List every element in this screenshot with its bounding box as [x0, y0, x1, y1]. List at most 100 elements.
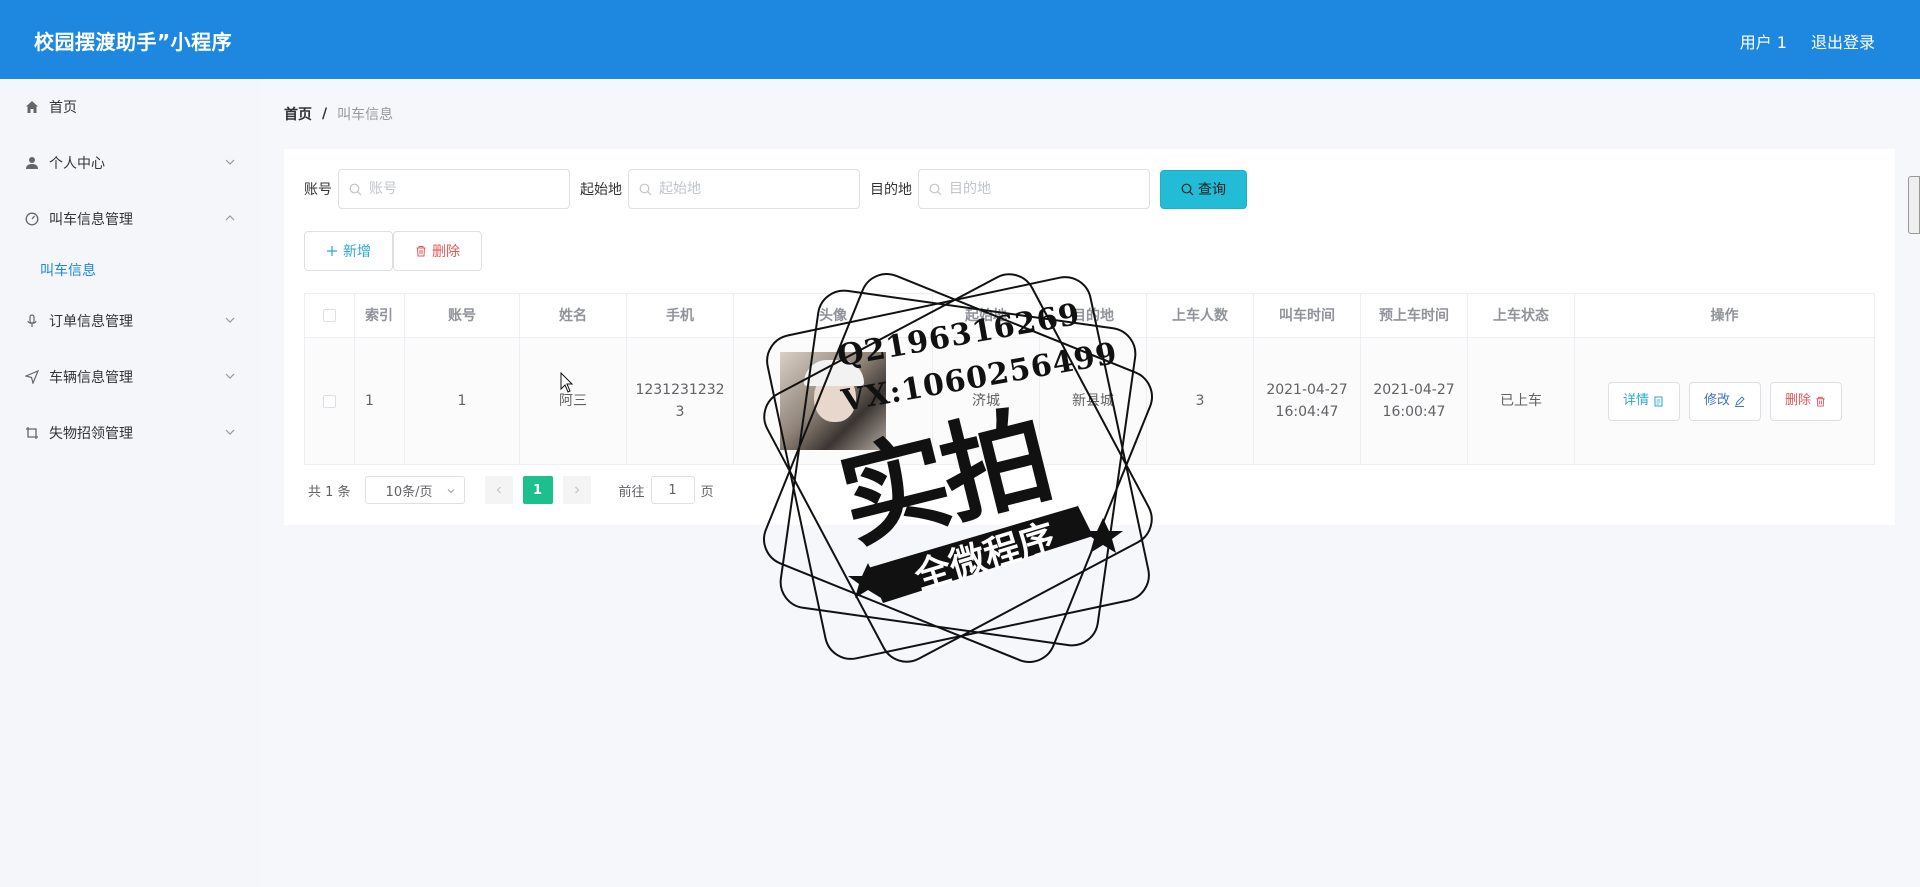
- side-scroll-handle[interactable]: [1908, 176, 1920, 234]
- sidebar-item-lost-found-management[interactable]: 失物招领管理: [0, 405, 258, 461]
- delete-button-label: 删除: [432, 244, 460, 260]
- page-size-select[interactable]: 10条/页: [364, 476, 465, 504]
- sidebar-subitem-call-info[interactable]: 叫车信息: [0, 247, 258, 293]
- pagination-total: 共 1 条: [308, 484, 351, 500]
- search-icon: [929, 183, 942, 196]
- search-icon: [1181, 183, 1194, 195]
- microphone-icon: [24, 313, 40, 329]
- next-page-button[interactable]: [562, 476, 591, 504]
- cell-name: 阿三: [520, 338, 627, 464]
- select-all-checkbox[interactable]: [323, 309, 336, 322]
- dashboard-icon: [24, 211, 40, 227]
- chevron-up-icon: [225, 215, 235, 221]
- sidebar-item-label: 个人中心: [49, 156, 105, 172]
- sidebar-item-label: 首页: [49, 100, 77, 116]
- query-button[interactable]: 查询: [1160, 169, 1247, 209]
- search-icon: [639, 183, 652, 196]
- prev-page-button[interactable]: [484, 476, 513, 504]
- batch-delete-button[interactable]: 删除: [393, 231, 482, 271]
- page-number-button[interactable]: 1: [522, 476, 553, 504]
- cell-operations: 详情 修改 删除: [1575, 338, 1874, 464]
- sidebar-item-call-management[interactable]: 叫车信息管理: [0, 191, 258, 247]
- sidebar-item-label: 车辆信息管理: [49, 370, 133, 386]
- dest-input[interactable]: [919, 170, 1149, 208]
- chevron-down-icon: [225, 317, 235, 323]
- row-checkbox-cell: [305, 338, 355, 464]
- chevron-down-icon: [225, 429, 235, 435]
- dest-field[interactable]: [918, 169, 1150, 209]
- cell-status: 已上车: [1468, 338, 1575, 464]
- start-input[interactable]: [629, 170, 859, 208]
- cell-passengers: 3: [1147, 338, 1254, 464]
- chevron-left-icon: [496, 486, 501, 494]
- dest-label: 目的地: [870, 182, 912, 198]
- remove-button-label: 删除: [1784, 393, 1811, 408]
- search-form: 账号 起始地 目的地 查询: [304, 169, 1247, 209]
- column-header: 叫车时间: [1254, 294, 1361, 337]
- column-header: 手机: [627, 294, 734, 337]
- cell-board-time: 2021-04-27 16:00:47: [1361, 338, 1468, 464]
- edit-icon: [1735, 395, 1745, 407]
- trash-icon: [1816, 396, 1825, 407]
- crop-icon: [24, 425, 40, 441]
- column-header: 上车人数: [1147, 294, 1254, 337]
- account-input[interactable]: [339, 170, 569, 208]
- breadcrumb-home[interactable]: 首页: [284, 104, 312, 124]
- column-header: 姓名: [520, 294, 627, 337]
- header-checkbox-cell: [305, 294, 355, 337]
- add-button[interactable]: 新增: [304, 231, 393, 271]
- start-label: 起始地: [580, 182, 622, 198]
- column-header: 账号: [405, 294, 520, 337]
- sidebar-item-vehicle-management[interactable]: 车辆信息管理: [0, 349, 258, 405]
- detail-button[interactable]: 详情: [1607, 381, 1680, 421]
- search-icon: [349, 183, 362, 196]
- chevron-down-icon: [225, 373, 235, 379]
- column-header: 操作: [1710, 307, 1739, 324]
- cell-index: 1: [355, 338, 405, 464]
- cell-phone: 12312312323: [627, 338, 734, 464]
- table-header: 索引 账号 姓名 手机 头像 起始地 目的地 上车人数 叫车时间 预上车时间 上…: [305, 294, 1874, 338]
- page-size-value: 10条/页: [385, 484, 433, 500]
- detail-button-label: 详情: [1622, 393, 1649, 408]
- chevron-down-icon: [447, 489, 454, 494]
- mouse-cursor-icon: [560, 372, 574, 393]
- column-header: 上车状态: [1468, 294, 1575, 337]
- account-field[interactable]: [338, 169, 570, 209]
- account-label: 账号: [304, 182, 332, 198]
- chevron-right-icon: [574, 486, 579, 494]
- action-bar: 新增 删除: [304, 231, 482, 271]
- goto-page-input[interactable]: [650, 476, 695, 504]
- logout-link[interactable]: 退出登录: [1811, 29, 1875, 53]
- user-icon: [24, 155, 40, 171]
- breadcrumb-separator: /: [322, 106, 328, 122]
- pagination: 共 1 条 10条/页 1 前往 页: [308, 476, 714, 504]
- start-field[interactable]: [628, 169, 860, 209]
- row-checkbox[interactable]: [323, 394, 336, 408]
- sidebar-item-order-management[interactable]: 订单信息管理: [0, 293, 258, 349]
- send-icon: [24, 369, 40, 385]
- document-icon: [1654, 396, 1663, 406]
- cell-account: 1: [405, 338, 520, 464]
- remove-button[interactable]: 删除: [1769, 381, 1842, 421]
- sidebar-item-personal-center[interactable]: 个人中心: [0, 135, 258, 191]
- add-button-label: 新增: [343, 244, 371, 260]
- sidebar-item-label: 叫车信息管理: [49, 212, 133, 228]
- goto-page: 前往 页: [619, 476, 714, 504]
- top-header: 校园摆渡助手”小程序 用户 1 退出登录: [0, 0, 1920, 79]
- breadcrumb: 首页 / 叫车信息: [284, 104, 393, 124]
- call-info-table: 索引 账号 姓名 手机 头像 起始地 目的地 上车人数 叫车时间 预上车时间 上…: [304, 293, 1875, 465]
- breadcrumb-current: 叫车信息: [337, 107, 394, 123]
- content-card: 账号 起始地 目的地 查询 新增 删除: [284, 149, 1895, 525]
- sidebar-item-home[interactable]: 首页: [0, 79, 258, 135]
- sidebar-item-label: 订单信息管理: [49, 314, 133, 330]
- query-button-label: 查询: [1198, 182, 1226, 198]
- cell-call-time: 2021-04-27 16:04:47: [1254, 338, 1361, 464]
- plus-icon: [327, 246, 337, 256]
- home-icon: [24, 99, 40, 115]
- edit-button[interactable]: 修改: [1688, 381, 1761, 421]
- goto-suffix: 页: [700, 484, 714, 500]
- chevron-down-icon: [225, 159, 235, 165]
- sidebar: 首页 个人中心 叫车信息管理 叫车信息 订单信息管理 车辆信息管理 失物招领管理: [0, 79, 258, 887]
- current-user-link[interactable]: 用户 1: [1740, 29, 1787, 53]
- edit-button-label: 修改: [1703, 393, 1730, 408]
